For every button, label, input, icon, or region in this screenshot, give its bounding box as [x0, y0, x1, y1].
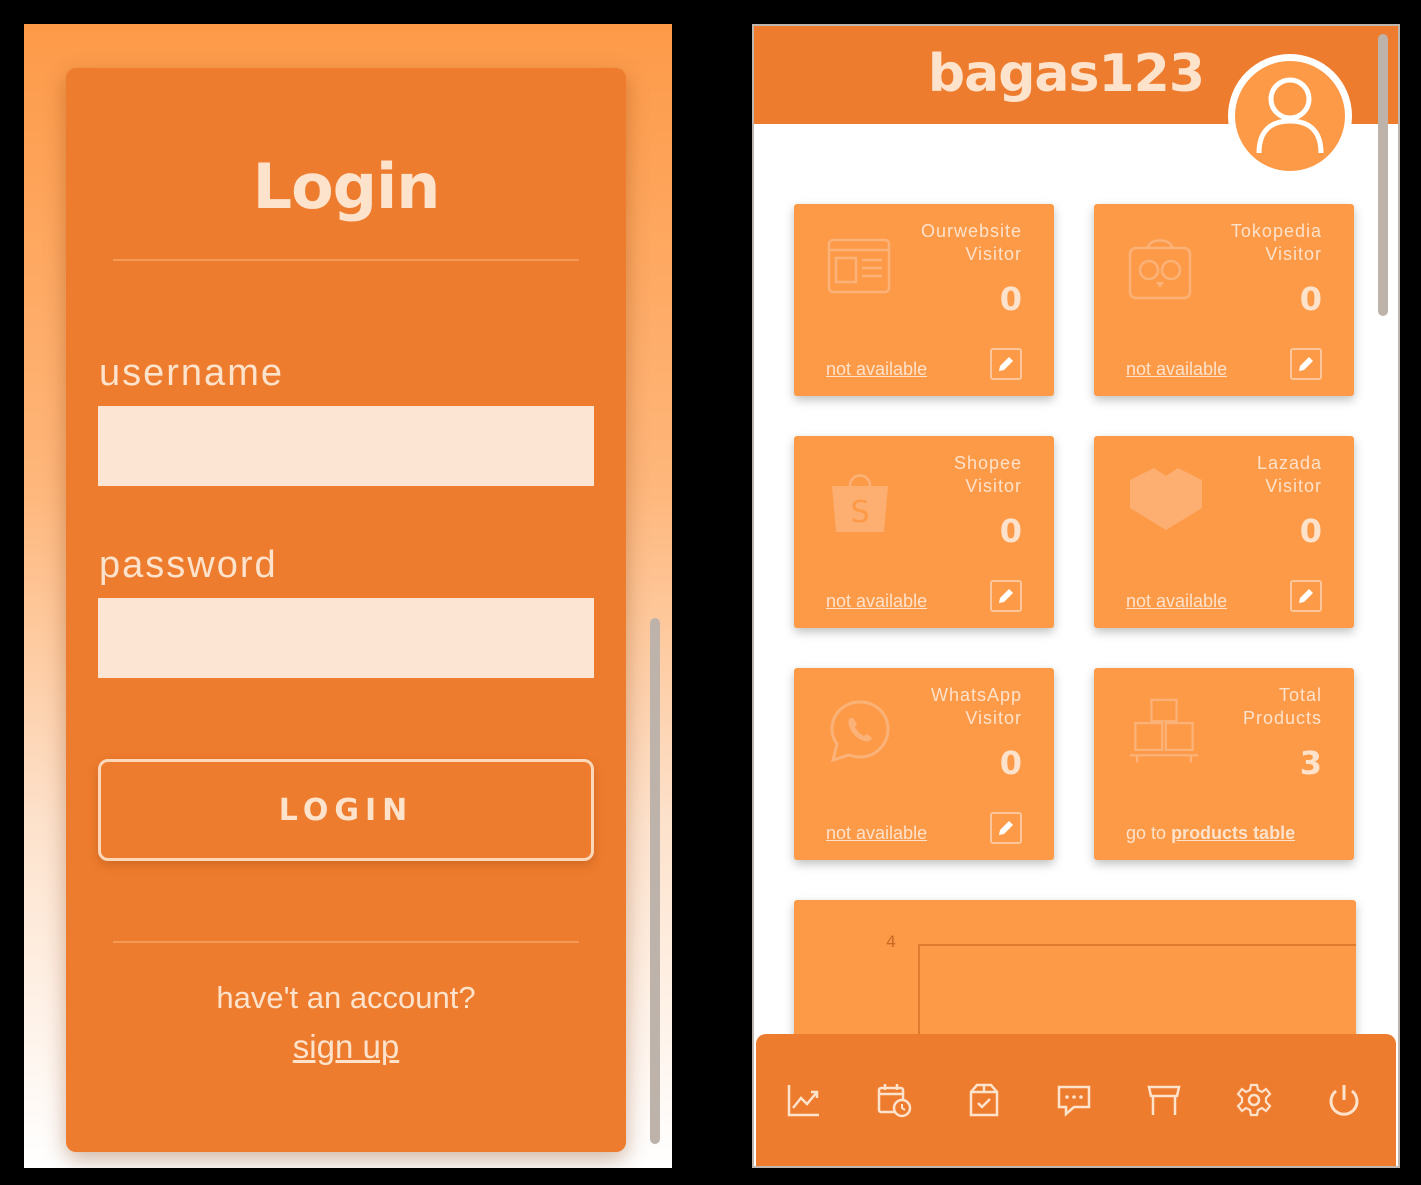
- box-check-icon: [969, 1083, 999, 1117]
- scrollbar[interactable]: [650, 618, 660, 1144]
- whatsapp-visitor-card: WhatsApp Visitor 0 not available: [794, 668, 1054, 860]
- store-icon: [1147, 1085, 1181, 1115]
- pencil-icon: [999, 357, 1013, 371]
- y-tick-label: 4: [886, 932, 897, 951]
- signup-prompt: have't an account?: [216, 980, 476, 1015]
- nav-schedule[interactable]: [874, 1080, 914, 1120]
- login-card: Login username password LOGIN have't an …: [66, 68, 626, 1152]
- avatar[interactable]: [1228, 54, 1352, 178]
- edit-button[interactable]: [990, 812, 1022, 844]
- edit-button[interactable]: [1290, 580, 1322, 612]
- login-title: Login: [252, 150, 441, 223]
- pencil-icon: [1299, 589, 1313, 603]
- card-link[interactable]: not available: [826, 591, 927, 612]
- card-value: 0: [999, 744, 1022, 782]
- power-icon: [1329, 1085, 1359, 1116]
- svg-text:S: S: [850, 495, 869, 530]
- card-value: 0: [999, 512, 1022, 550]
- pencil-icon: [999, 589, 1013, 603]
- edit-button[interactable]: [1290, 348, 1322, 380]
- chat-icon: [1057, 1085, 1091, 1117]
- user-icon: [1235, 61, 1345, 171]
- chart-line-icon: [787, 1085, 819, 1117]
- lazada-visitor-card: Lazada Visitor 0 not available: [1094, 436, 1354, 628]
- signup-link[interactable]: sign up: [66, 1028, 626, 1066]
- password-label: password: [99, 544, 278, 586]
- grid-line: [918, 944, 1356, 946]
- gear-icon: [1236, 1083, 1272, 1117]
- nav-logout[interactable]: [1324, 1080, 1364, 1120]
- edit-button[interactable]: [990, 348, 1022, 380]
- login-screen: Login username password LOGIN have't an …: [24, 24, 672, 1168]
- card-label: Shopee Visitor: [953, 453, 1022, 496]
- card-link[interactable]: not available: [826, 359, 927, 380]
- pencil-icon: [999, 821, 1013, 835]
- card-link[interactable]: not available: [1126, 359, 1227, 380]
- password-input[interactable]: [98, 598, 594, 678]
- card-link[interactable]: not available: [1126, 591, 1227, 612]
- card-value: 0: [999, 280, 1022, 318]
- card-value: 3: [1299, 744, 1322, 782]
- tokopedia-visitor-card: Tokopedia Visitor 0 not available: [1094, 204, 1354, 396]
- footer-divider: [113, 941, 579, 943]
- pencil-icon: [1299, 357, 1313, 371]
- calendar-clock-icon: [877, 1084, 912, 1118]
- products-table-link-text: go to products table: [1126, 823, 1296, 843]
- username-title: bagas123: [927, 44, 1205, 104]
- card-label: WhatsApp Visitor: [930, 685, 1022, 728]
- title-divider: [113, 259, 579, 261]
- nav-analytics[interactable]: [784, 1080, 824, 1120]
- ourwebsite-visitor-card: Ourwebsite Visitor 0 not available: [794, 204, 1054, 396]
- card-label: Total Products: [1242, 685, 1322, 728]
- scrollbar[interactable]: [1378, 34, 1388, 316]
- edit-button[interactable]: [990, 580, 1022, 612]
- card-value: 0: [1299, 512, 1322, 550]
- products-table-link[interactable]: products table: [1171, 823, 1295, 843]
- bottom-nav: [756, 1034, 1396, 1166]
- nav-products[interactable]: [964, 1080, 1004, 1120]
- username-input[interactable]: [98, 406, 594, 486]
- nav-settings[interactable]: [1234, 1080, 1274, 1120]
- shopee-visitor-card: S Shopee Visitor 0 not available: [794, 436, 1054, 628]
- nav-store[interactable]: [1144, 1080, 1184, 1120]
- total-products-card: Total Products 3 go to products table: [1094, 668, 1354, 860]
- dashboard-screen: bagas123 Ourwebsite Visitor 0 not availab…: [752, 24, 1400, 1168]
- card-label: Ourwebsite Visitor: [920, 221, 1022, 264]
- card-link[interactable]: not available: [826, 823, 927, 844]
- card-label: Lazada Visitor: [1256, 453, 1322, 496]
- login-button[interactable]: LOGIN: [98, 759, 594, 861]
- card-label: Tokopedia Visitor: [1230, 221, 1322, 264]
- nav-messages[interactable]: [1054, 1080, 1094, 1120]
- username-label: username: [99, 352, 284, 394]
- card-value: 0: [1299, 280, 1322, 318]
